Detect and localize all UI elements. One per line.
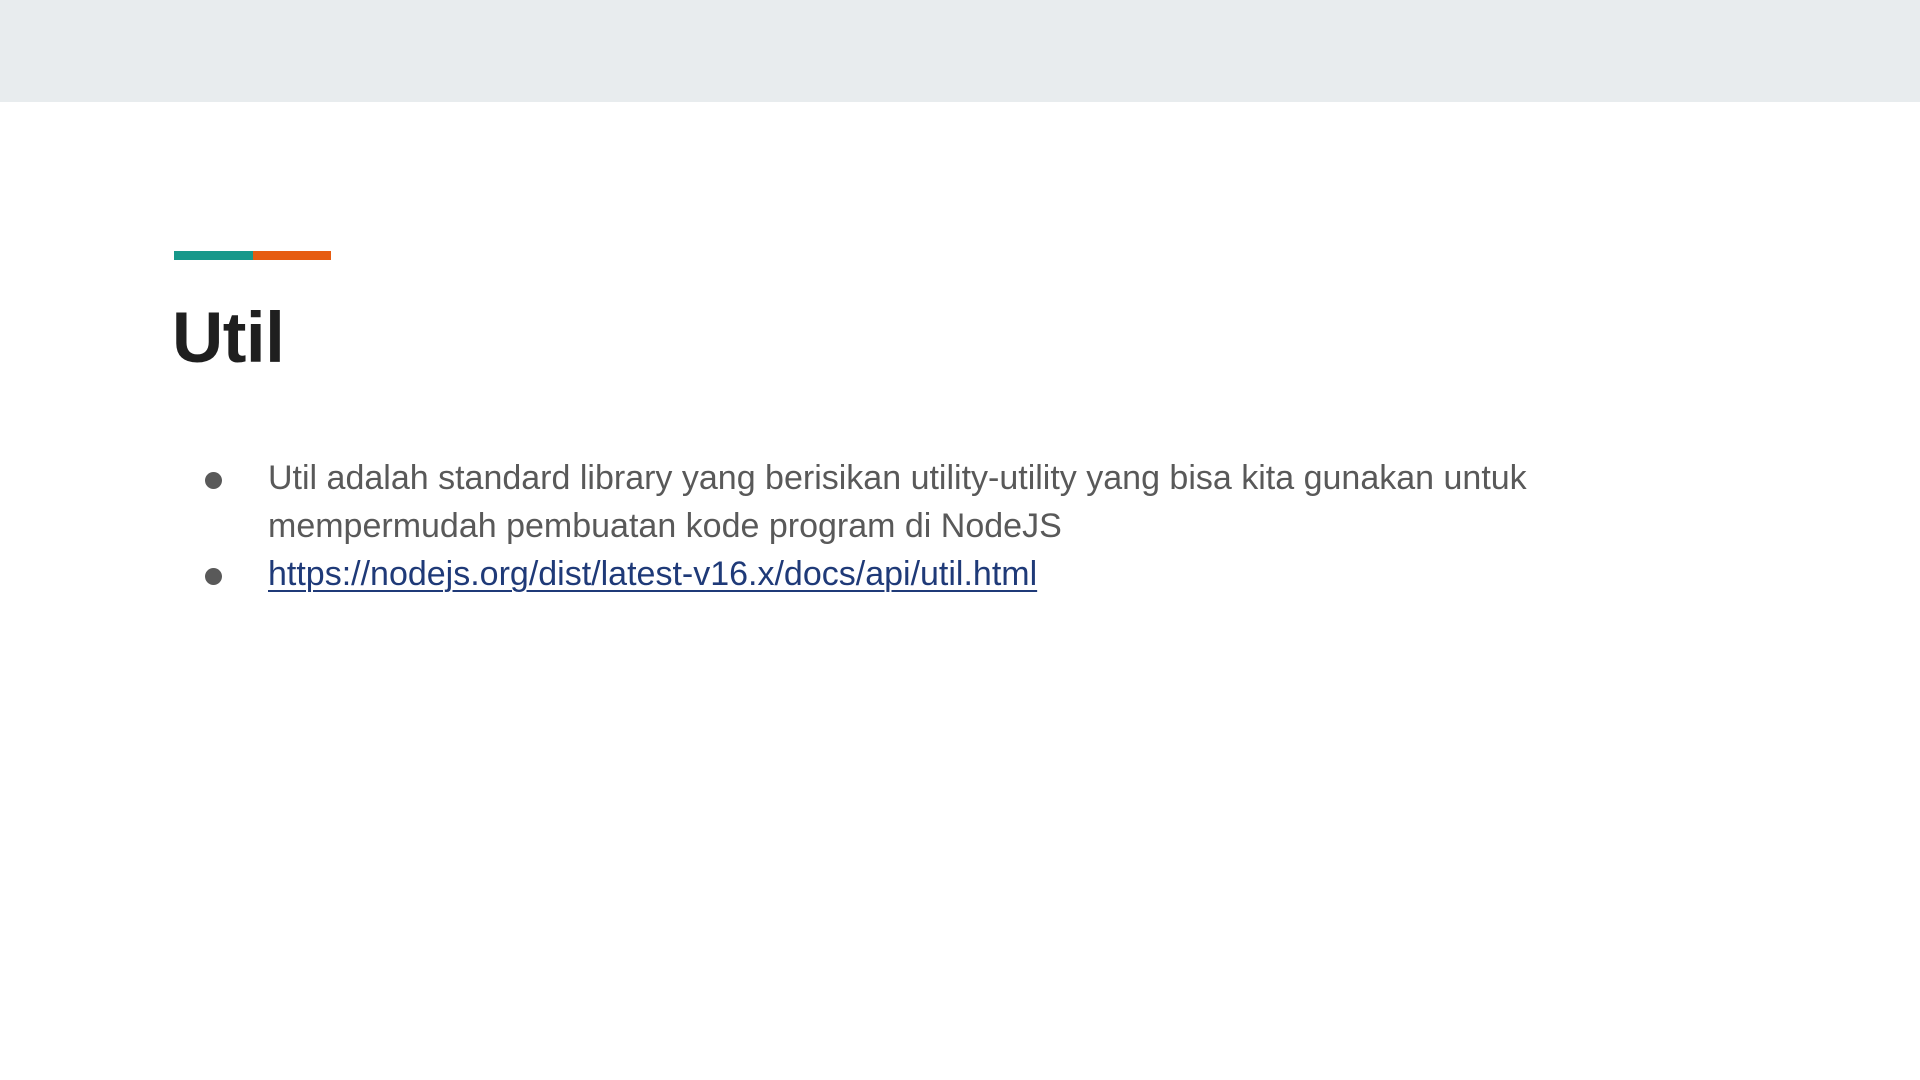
bullet-dot-icon <box>205 568 222 585</box>
slide-title: Util <box>172 299 285 378</box>
slide: Util Util adalah standard library yang b… <box>0 0 1920 1080</box>
accent-segment-orange <box>252 251 331 260</box>
bullet-list: Util adalah standard library yang berisi… <box>200 454 1600 598</box>
bullet-dot-icon <box>205 472 222 489</box>
bullet-text: Util adalah standard library yang berisi… <box>268 459 1527 545</box>
accent-segment-teal <box>174 251 253 260</box>
bullet-item: https://nodejs.org/dist/latest-v16.x/doc… <box>200 550 1600 598</box>
docs-link[interactable]: https://nodejs.org/dist/latest-v16.x/doc… <box>268 555 1037 593</box>
bullet-item: Util adalah standard library yang berisi… <box>200 454 1600 550</box>
top-band <box>0 0 1920 102</box>
title-accent-bar <box>174 251 331 260</box>
